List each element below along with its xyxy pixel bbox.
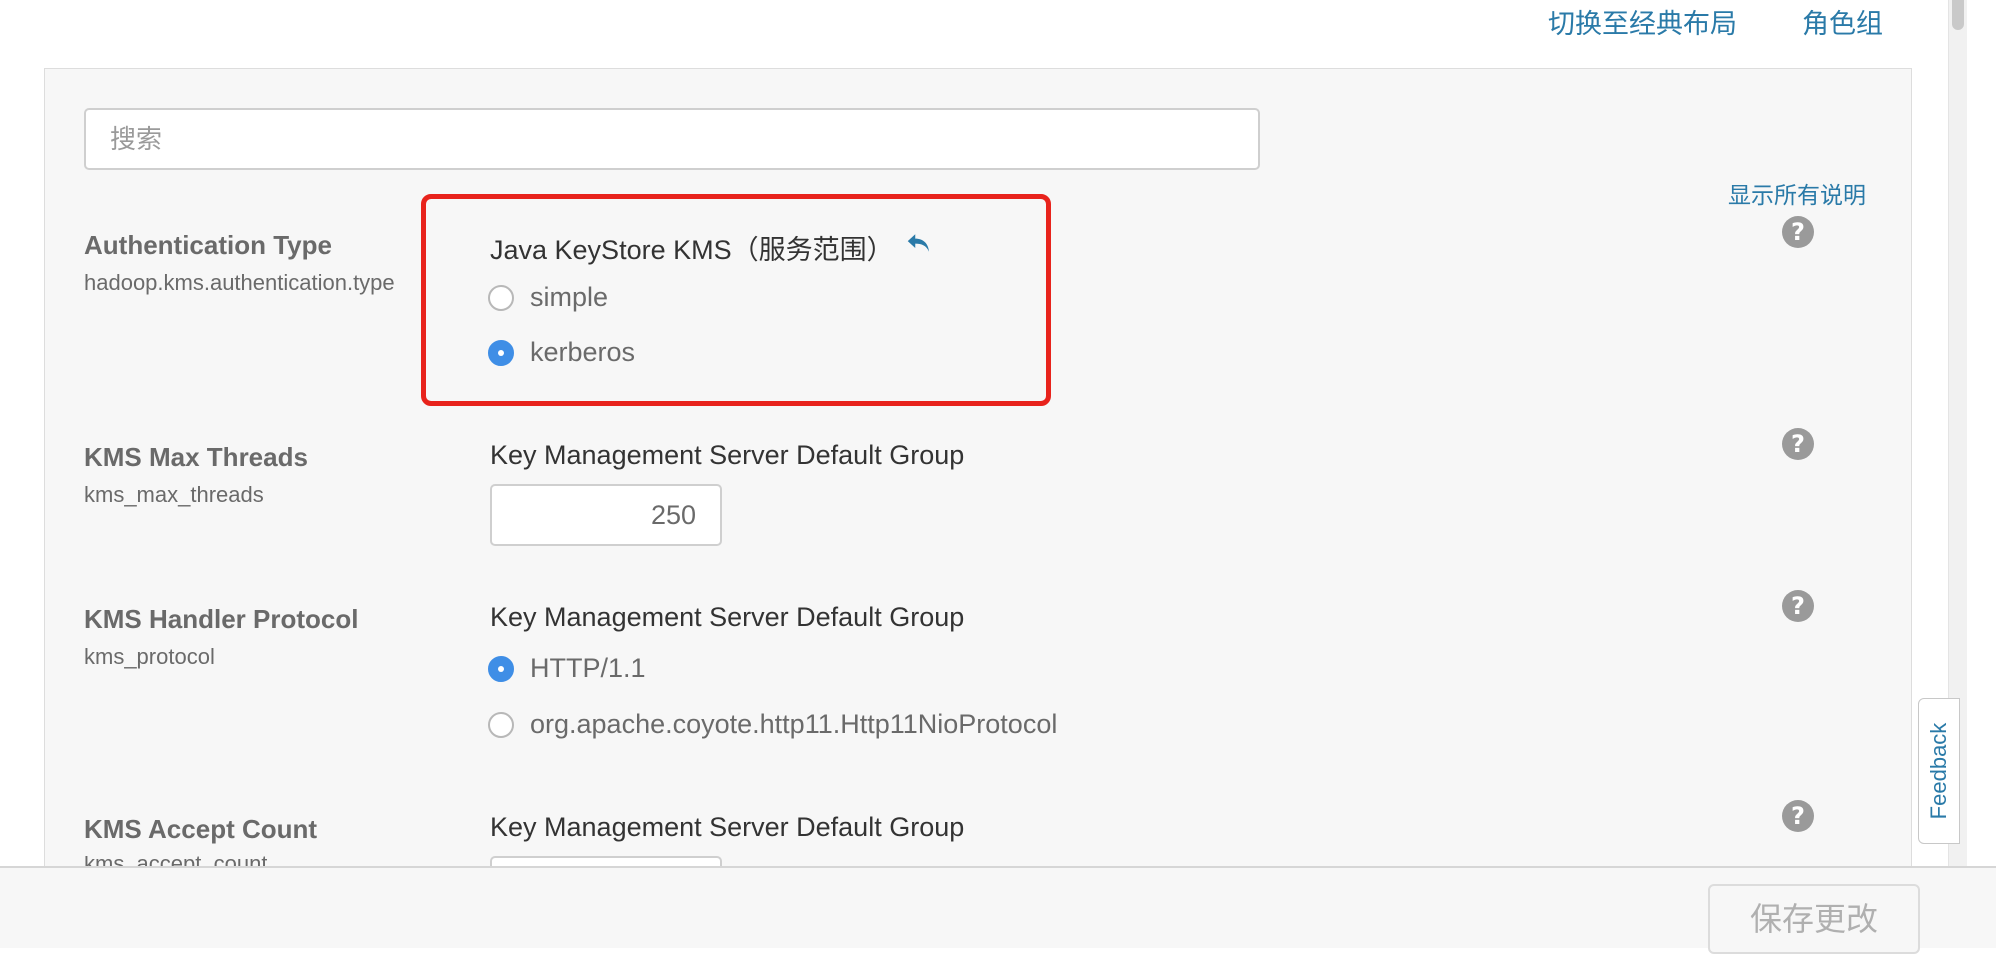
property-scope-kms-accept-count: Key Management Server Default Group [490, 812, 965, 842]
feedback-label: Feedback [1926, 722, 1951, 820]
radio-http-1-1[interactable] [488, 656, 514, 682]
property-name-kms-accept-count: KMS Accept Count [84, 814, 318, 844]
property-key-kms-handler-protocol: kms_protocol [84, 644, 215, 669]
help-icon[interactable]: ? [1782, 216, 1814, 248]
search-input[interactable] [84, 108, 1260, 170]
save-changes-button[interactable]: 保存更改 [1708, 884, 1920, 954]
property-name-kms-handler-protocol: KMS Handler Protocol [84, 604, 359, 634]
property-name-authentication-type: Authentication Type [84, 230, 332, 260]
option-label-http11-nio-protocol[interactable]: org.apache.coyote.http11.Http11NioProtoc… [530, 709, 1057, 740]
feedback-tab[interactable]: Feedback [1918, 698, 1960, 844]
highlight-box [421, 194, 1051, 406]
config-panel [44, 68, 1912, 888]
radio-http11-nio-protocol[interactable] [488, 712, 514, 738]
property-scope-kms-handler-protocol: Key Management Server Default Group [490, 602, 965, 632]
kms-max-threads-input[interactable]: 250 [490, 484, 722, 546]
option-label-http-1-1[interactable]: HTTP/1.1 [530, 653, 646, 684]
switch-to-classic-layout-link[interactable]: 切换至经典布局 [1548, 2, 1737, 41]
help-icon[interactable]: ? [1782, 590, 1814, 622]
role-groups-link[interactable]: 角色组 [1802, 2, 1883, 41]
property-key-kms-accept-count: kms_accept_count [84, 856, 267, 866]
property-scope-kms-max-threads: Key Management Server Default Group [490, 440, 965, 470]
property-name-kms-max-threads: KMS Max Threads [84, 442, 308, 472]
scrollbar-thumb[interactable] [1952, 0, 1964, 30]
property-key-authentication-type: hadoop.kms.authentication.type [84, 270, 395, 295]
help-icon[interactable]: ? [1782, 800, 1814, 832]
property-key-kms-max-threads: kms_max_threads [84, 482, 264, 507]
help-icon[interactable]: ? [1782, 428, 1814, 460]
footer-bar [0, 866, 1996, 948]
show-all-descriptions-link[interactable]: 显示所有说明 [1728, 176, 1866, 210]
